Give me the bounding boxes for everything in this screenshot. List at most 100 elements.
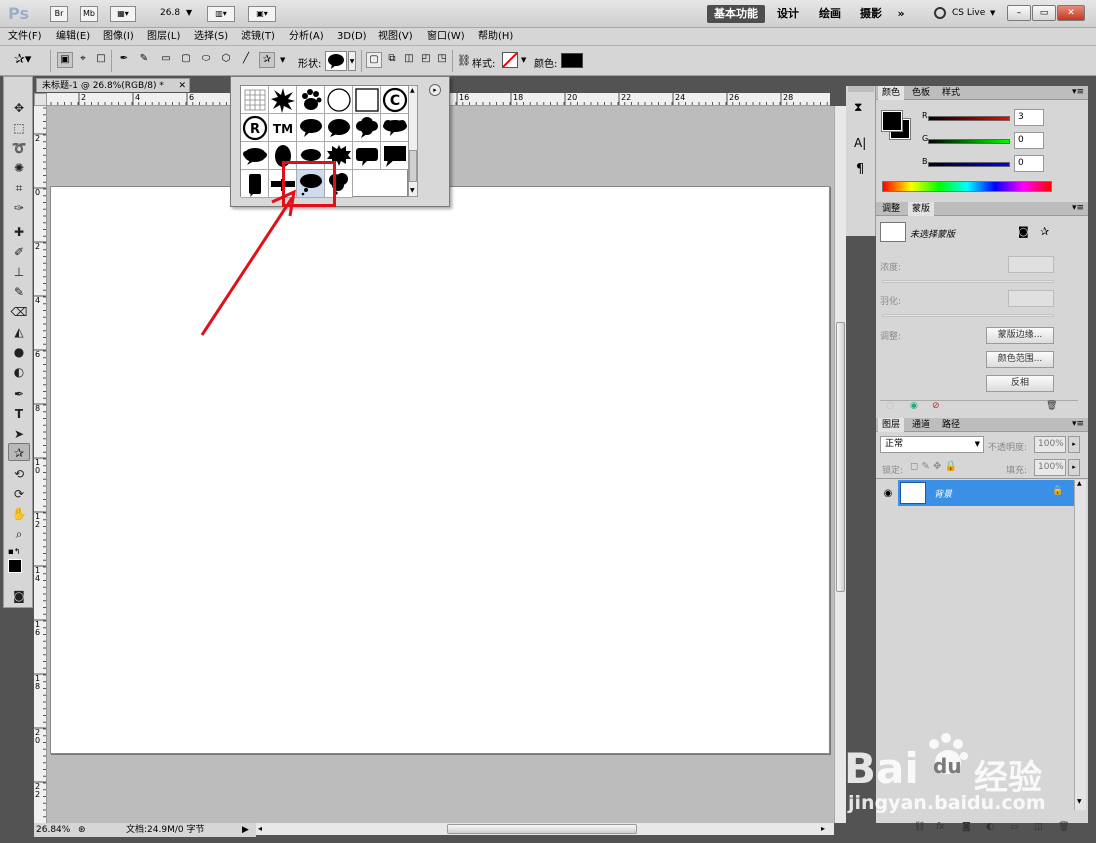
blend-mode-select[interactable]: 正常 ▼ xyxy=(880,436,984,453)
workspace-painting[interactable]: 绘画 xyxy=(815,5,845,23)
tool-preset-picker[interactable]: ✰▾ xyxy=(14,52,31,67)
density-slider[interactable] xyxy=(882,280,1054,283)
shape-option-starburst[interactable] xyxy=(269,86,297,114)
document-canvas[interactable] xyxy=(50,186,830,754)
menu-view[interactable]: 视图(V) xyxy=(378,30,413,44)
menu-3d[interactable]: 3D(D) xyxy=(337,30,367,44)
shape-option-square[interactable] xyxy=(353,86,381,114)
new-shape-layer-icon[interactable]: ▢ xyxy=(366,52,382,68)
scroll-left-arrow-icon[interactable]: ◂ xyxy=(258,824,262,833)
apply-mask-icon[interactable]: ⊘ xyxy=(932,401,940,411)
delete-layer-icon[interactable]: 🗑 xyxy=(1058,822,1069,832)
rectangle-shape-icon[interactable]: ▭ xyxy=(158,52,174,68)
eyedropper-tool-icon[interactable]: ✑ xyxy=(8,199,30,217)
quick-mask-icon[interactable]: ◙ xyxy=(8,587,30,605)
link-layers-icon[interactable]: ⛓ xyxy=(914,822,925,832)
menu-image[interactable]: 图像(I) xyxy=(103,30,134,44)
add-to-shape-icon[interactable]: ⧉ xyxy=(384,52,400,68)
character-panel-icon[interactable]: A| xyxy=(854,136,866,150)
type-tool-icon[interactable]: T xyxy=(8,405,30,423)
fill-pixels-mode-icon[interactable]: □ xyxy=(93,52,109,68)
shape-picker-scrollbar[interactable]: ▲ ▼ xyxy=(408,85,418,197)
density-input[interactable] xyxy=(1008,256,1054,273)
layer-visibility-eye-icon[interactable]: ◉ xyxy=(880,482,896,506)
shape-option-registered[interactable]: R xyxy=(241,114,269,142)
delete-mask-icon[interactable]: 🗑 xyxy=(1046,401,1057,411)
pen-tool-icon[interactable]: ✒ xyxy=(116,52,132,68)
bridge-button[interactable]: Br xyxy=(50,6,68,22)
mini-bridge-button[interactable]: Mb xyxy=(80,6,98,22)
path-selection-tool-icon[interactable]: ➤ xyxy=(8,425,30,443)
3d-rotate-tool-icon[interactable]: ⟲ xyxy=(8,465,30,483)
shape-option-copyright[interactable]: C xyxy=(381,86,409,114)
quick-selection-tool-icon[interactable]: ✺ xyxy=(8,159,30,177)
shape-option-bubble-rect[interactable] xyxy=(353,142,381,170)
line-shape-icon[interactable]: ╱ xyxy=(238,52,254,68)
scroll-down-arrow-icon[interactable]: ▼ xyxy=(410,187,415,194)
scroll-up-arrow-icon[interactable]: ▲ xyxy=(410,87,415,94)
new-layer-icon[interactable]: ◫ xyxy=(1034,822,1043,832)
custom-shape-tool-icon[interactable]: ✰ xyxy=(8,443,30,461)
blue-channel-input[interactable]: 0 xyxy=(1014,155,1044,172)
new-group-icon[interactable]: ▭ xyxy=(1010,822,1019,832)
menu-filter[interactable]: 滤镜(T) xyxy=(241,30,275,44)
ruler-origin[interactable] xyxy=(34,93,47,106)
shape-option-grid[interactable] xyxy=(241,86,269,114)
red-channel-slider[interactable] xyxy=(928,116,1010,121)
invert-button[interactable]: 反相 xyxy=(986,375,1054,392)
more-workspaces-button[interactable]: » xyxy=(892,5,910,23)
paragraph-panel-icon[interactable]: ¶ xyxy=(856,162,864,177)
shape-picker-dropdown-icon[interactable]: ▼ xyxy=(348,51,356,71)
shape-option-bubble-oval[interactable] xyxy=(297,114,325,142)
add-vector-mask-icon[interactable]: ✰ xyxy=(1040,225,1049,238)
zoom-status[interactable]: 26.84% xyxy=(36,823,70,837)
green-channel-input[interactable]: 0 xyxy=(1014,132,1044,149)
tab-adjustments[interactable]: 调整 xyxy=(878,202,904,216)
shape-picker-scroll-thumb[interactable] xyxy=(409,150,417,182)
scroll-up-arrow-icon[interactable]: ▲ xyxy=(1077,480,1082,487)
move-tool-icon[interactable]: ✥ xyxy=(8,99,30,117)
ellipse-shape-icon[interactable]: ⬭ xyxy=(198,52,214,68)
vertical-ruler[interactable]: 2 0 2 4 6 8 10 12 14 16 18 20 22 xyxy=(34,106,47,823)
polygon-shape-icon[interactable]: ⬡ xyxy=(218,52,234,68)
shape-picker-button[interactable] xyxy=(325,51,347,71)
shape-layers-mode-icon[interactable]: ▣ xyxy=(57,52,73,68)
load-selection-icon[interactable]: ◌ xyxy=(886,401,894,411)
view-extras-button[interactable]: ▦▾ xyxy=(110,6,136,22)
custom-shape-icon[interactable]: ✰ xyxy=(259,52,275,68)
shape-option-bubble-cloud[interactable] xyxy=(353,114,381,142)
menu-window[interactable]: 窗口(W) xyxy=(427,30,465,44)
status-menu-arrow-icon[interactable]: ▶ xyxy=(242,823,249,837)
opacity-slider-arrow-icon[interactable]: ▸ xyxy=(1068,436,1080,453)
menu-analysis[interactable]: 分析(A) xyxy=(289,30,324,44)
layer-style-icon[interactable]: fx xyxy=(936,822,945,832)
arrange-documents-button[interactable]: ▥▾ xyxy=(207,6,235,22)
subtract-shape-icon[interactable]: ◫ xyxy=(401,52,417,68)
layer-row-background[interactable]: 背景 🔒 xyxy=(898,480,1074,506)
horizontal-scrollbar[interactable]: ◂ ▸ xyxy=(256,823,834,835)
lock-icons[interactable]: ◻ ✎ ✥ 🔒 xyxy=(910,461,957,472)
maximize-button[interactable]: ▭ xyxy=(1032,5,1056,21)
zoom-level-field[interactable]: 26.8 xyxy=(160,8,180,18)
exclude-shape-icon[interactable]: ◳ xyxy=(434,52,450,68)
paint-bucket-tool-icon[interactable]: ◭ xyxy=(8,323,30,341)
shape-option-paw[interactable] xyxy=(297,86,325,114)
color-panel-foreground-swatch[interactable] xyxy=(881,110,903,132)
freeform-pen-icon[interactable]: ✎ xyxy=(136,52,152,68)
color-swatch[interactable] xyxy=(561,53,583,68)
add-pixel-mask-icon[interactable]: ◙ xyxy=(1018,225,1029,238)
shape-options-dropdown-icon[interactable]: ▼ xyxy=(280,56,285,64)
pen-tool-icon[interactable]: ✒ xyxy=(8,385,30,403)
menu-help[interactable]: 帮助(H) xyxy=(478,30,513,44)
fill-input[interactable]: 100% xyxy=(1034,459,1066,476)
horizontal-scroll-thumb[interactable] xyxy=(447,824,637,834)
default-colors-icon[interactable]: ◾↰ xyxy=(8,547,21,556)
workspace-design[interactable]: 设计 xyxy=(773,5,803,23)
shape-option-bubble-wide[interactable] xyxy=(381,114,409,142)
cs-live-button[interactable]: CS Live xyxy=(952,8,985,18)
workspace-essentials[interactable]: 基本功能 xyxy=(707,5,765,23)
lasso-tool-icon[interactable]: ➰ xyxy=(8,139,30,157)
red-channel-input[interactable]: 3 xyxy=(1014,109,1044,126)
panel-menu-icon[interactable]: ▾≡ xyxy=(1072,87,1084,97)
healing-brush-tool-icon[interactable]: ✚ xyxy=(8,223,30,241)
